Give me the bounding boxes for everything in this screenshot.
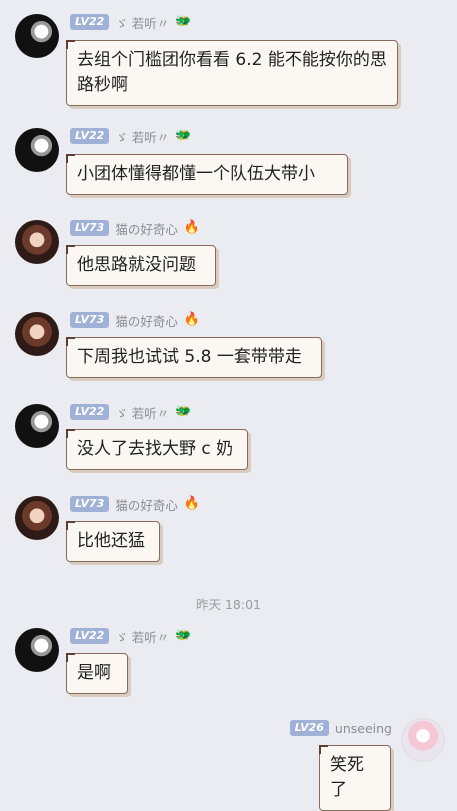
timestamp: 昨天 18:01: [196, 597, 261, 612]
avatar[interactable]: [15, 14, 59, 58]
message-bubble[interactable]: 下周我也试试 5.8 一套带带走: [66, 337, 322, 378]
avatar[interactable]: [15, 312, 59, 356]
message-bubble[interactable]: 去组个门槛团你看看 6.2 能不能按你的思路秒啊: [66, 40, 398, 106]
message-bubble[interactable]: 小团体懂得都懂一个队伍大带小: [66, 154, 348, 195]
message-bubble[interactable]: 比他还猛: [66, 521, 160, 562]
sender-meta: LV73 猫の好奇心 🔥: [70, 311, 200, 329]
sender-nickname[interactable]: 猫の好奇心: [115, 495, 178, 514]
sender-nickname[interactable]: ゞ 若听〃: [115, 403, 169, 422]
sender-nickname[interactable]: ゞ 若听〃: [115, 627, 169, 646]
level-badge: LV26: [289, 720, 329, 736]
level-badge: LV22: [70, 628, 110, 644]
message-bubble[interactable]: 他思路就没问题: [66, 245, 216, 286]
avatar[interactable]: [15, 496, 59, 540]
fire-icon: 🔥: [183, 312, 201, 327]
sender-meta: LV22 ゞ 若听〃 🐲: [70, 127, 192, 145]
level-badge: LV22: [70, 14, 110, 30]
sender-meta: LV73 猫の好奇心 🔥: [70, 219, 200, 237]
sender-nickname[interactable]: 猫の好奇心: [115, 311, 178, 330]
avatar[interactable]: [15, 128, 59, 172]
sender-nickname[interactable]: 猫の好奇心: [115, 219, 178, 238]
message-bubble[interactable]: 是啊: [66, 653, 128, 694]
level-badge: LV22: [70, 404, 110, 420]
dragon-icon: 🐲: [175, 404, 192, 419]
avatar[interactable]: [15, 404, 59, 448]
level-badge: LV73: [70, 220, 110, 236]
dragon-icon: 🐲: [175, 128, 192, 143]
level-badge: LV22: [70, 128, 110, 144]
sender-meta: LV22 ゞ 若听〃 🐲: [70, 403, 192, 421]
dragon-icon: 🐲: [175, 14, 192, 29]
sender-nickname[interactable]: ゞ 若听〃: [115, 13, 169, 32]
sender-meta: LV22 ゞ 若听〃 🐲: [70, 627, 192, 645]
sender-meta: LV26 unseeing: [289, 720, 392, 736]
avatar[interactable]: [401, 718, 445, 762]
sender-nickname[interactable]: ゞ 若听〃: [115, 127, 169, 146]
fire-icon: 🔥: [183, 220, 201, 235]
sender-meta: LV73 猫の好奇心 🔥: [70, 495, 200, 513]
avatar[interactable]: [15, 628, 59, 672]
message-bubble[interactable]: 笑死了: [319, 745, 391, 811]
level-badge: LV73: [70, 496, 110, 512]
sender-meta: LV22 ゞ 若听〃 🐲: [70, 13, 192, 31]
sender-nickname[interactable]: unseeing: [335, 721, 392, 736]
level-badge: LV73: [70, 312, 110, 328]
fire-icon: 🔥: [183, 496, 201, 511]
avatar[interactable]: [15, 220, 59, 264]
message-bubble[interactable]: 没人了去找大野 c 奶: [66, 429, 248, 470]
dragon-icon: 🐲: [175, 628, 192, 643]
